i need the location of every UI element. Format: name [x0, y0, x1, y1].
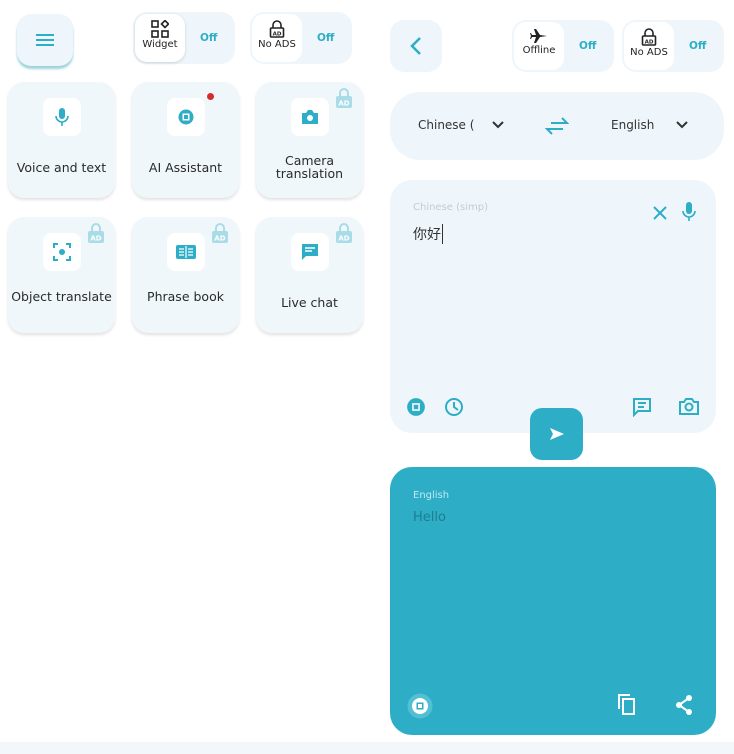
feature-camera-translation[interactable]: AD Camera translation — [256, 82, 363, 198]
svg-text:AD: AD — [645, 40, 654, 46]
no-ads-state: Off — [689, 40, 707, 52]
camera-icon — [290, 98, 329, 136]
offline-toggle[interactable]: Offline Off — [512, 20, 614, 72]
share-icon[interactable] — [675, 695, 693, 715]
no-ads-label: No ADS — [630, 47, 668, 58]
source-language-label: Chinese ( — [418, 118, 475, 132]
target-language-select[interactable]: English — [611, 118, 689, 132]
ad-lock-icon: AD — [88, 223, 104, 243]
notification-dot — [207, 93, 214, 100]
swap-languages-icon[interactable] — [545, 116, 569, 136]
feature-label: AI Assistant — [148, 160, 223, 175]
hamburger-icon — [36, 34, 54, 46]
feature-label: Live chat — [281, 295, 338, 310]
source-language-select[interactable]: Chinese ( — [418, 118, 505, 132]
history-icon[interactable] — [444, 397, 464, 417]
no-ads-label: No ADS — [258, 39, 296, 50]
back-button[interactable] — [390, 20, 442, 72]
feature-label: Voice and text — [16, 160, 107, 175]
chevron-down-icon — [676, 121, 689, 129]
camera-icon[interactable] — [679, 397, 699, 415]
feature-voice-and-text[interactable]: Voice and text — [8, 82, 115, 198]
feature-label: Object translate — [11, 289, 112, 304]
input-card: Chinese (simp) 你好 — [390, 180, 716, 433]
widget-toggle[interactable]: Widget Off — [133, 12, 235, 64]
menu-button[interactable] — [17, 14, 73, 66]
book-icon — [166, 233, 205, 271]
feature-ai-assistant[interactable]: AI Assistant — [132, 82, 239, 198]
no-ads-state: Off — [317, 32, 335, 44]
language-bar: Chinese ( English — [390, 92, 724, 160]
svg-text:AD: AD — [338, 235, 349, 243]
feature-label: Camera translation — [275, 153, 344, 181]
svg-text:AD: AD — [338, 100, 349, 108]
ad-lock-icon: AD — [336, 223, 352, 243]
object-scan-icon — [42, 233, 81, 271]
ai-chip-icon[interactable] — [407, 693, 433, 719]
ad-lock-icon: AD — [212, 223, 228, 243]
chevron-left-icon — [410, 37, 421, 55]
output-card: English Hello — [390, 467, 716, 735]
bottom-bar — [0, 742, 734, 754]
chat-icon — [290, 233, 329, 271]
ad-lock-icon: AD — [269, 20, 285, 38]
send-icon — [549, 428, 564, 440]
ai-chip-icon[interactable] — [406, 397, 426, 417]
feature-live-chat[interactable]: AD Live chat — [256, 217, 363, 333]
svg-text:AD: AD — [273, 32, 282, 38]
copy-icon[interactable] — [618, 694, 636, 715]
no-ads-toggle[interactable]: AD No ADS Off — [250, 12, 352, 64]
mic-icon[interactable] — [682, 202, 696, 222]
ad-lock-icon: AD — [641, 28, 657, 46]
widget-state: Off — [200, 32, 218, 44]
output-language-label: English — [413, 490, 450, 501]
offline-label: Offline — [522, 45, 556, 56]
input-language-label: Chinese (simp) — [413, 202, 489, 213]
offline-state: Off — [579, 40, 597, 52]
widget-icon — [151, 20, 169, 38]
svg-text:AD: AD — [90, 235, 101, 243]
feature-label: Phrase book — [147, 289, 224, 304]
ai-chip-icon — [166, 98, 205, 136]
conversation-icon[interactable] — [632, 397, 652, 417]
widget-label: Widget — [142, 39, 178, 50]
chevron-down-icon — [492, 121, 505, 129]
airplane-icon — [530, 29, 547, 43]
translate-button[interactable] — [530, 408, 583, 460]
svg-text:AD: AD — [214, 235, 225, 243]
target-language-label: English — [611, 118, 655, 132]
feature-phrase-book[interactable]: AD Phrase book — [132, 217, 239, 333]
output-text: Hello — [413, 510, 446, 525]
ad-lock-icon: AD — [336, 88, 352, 108]
feature-object-translate[interactable]: AD Object translate — [8, 217, 115, 333]
no-ads-toggle-right[interactable]: AD No ADS Off — [622, 20, 724, 72]
mic-icon — [42, 98, 81, 136]
clear-icon[interactable] — [653, 206, 667, 220]
input-text-field[interactable]: 你好 — [413, 224, 443, 244]
